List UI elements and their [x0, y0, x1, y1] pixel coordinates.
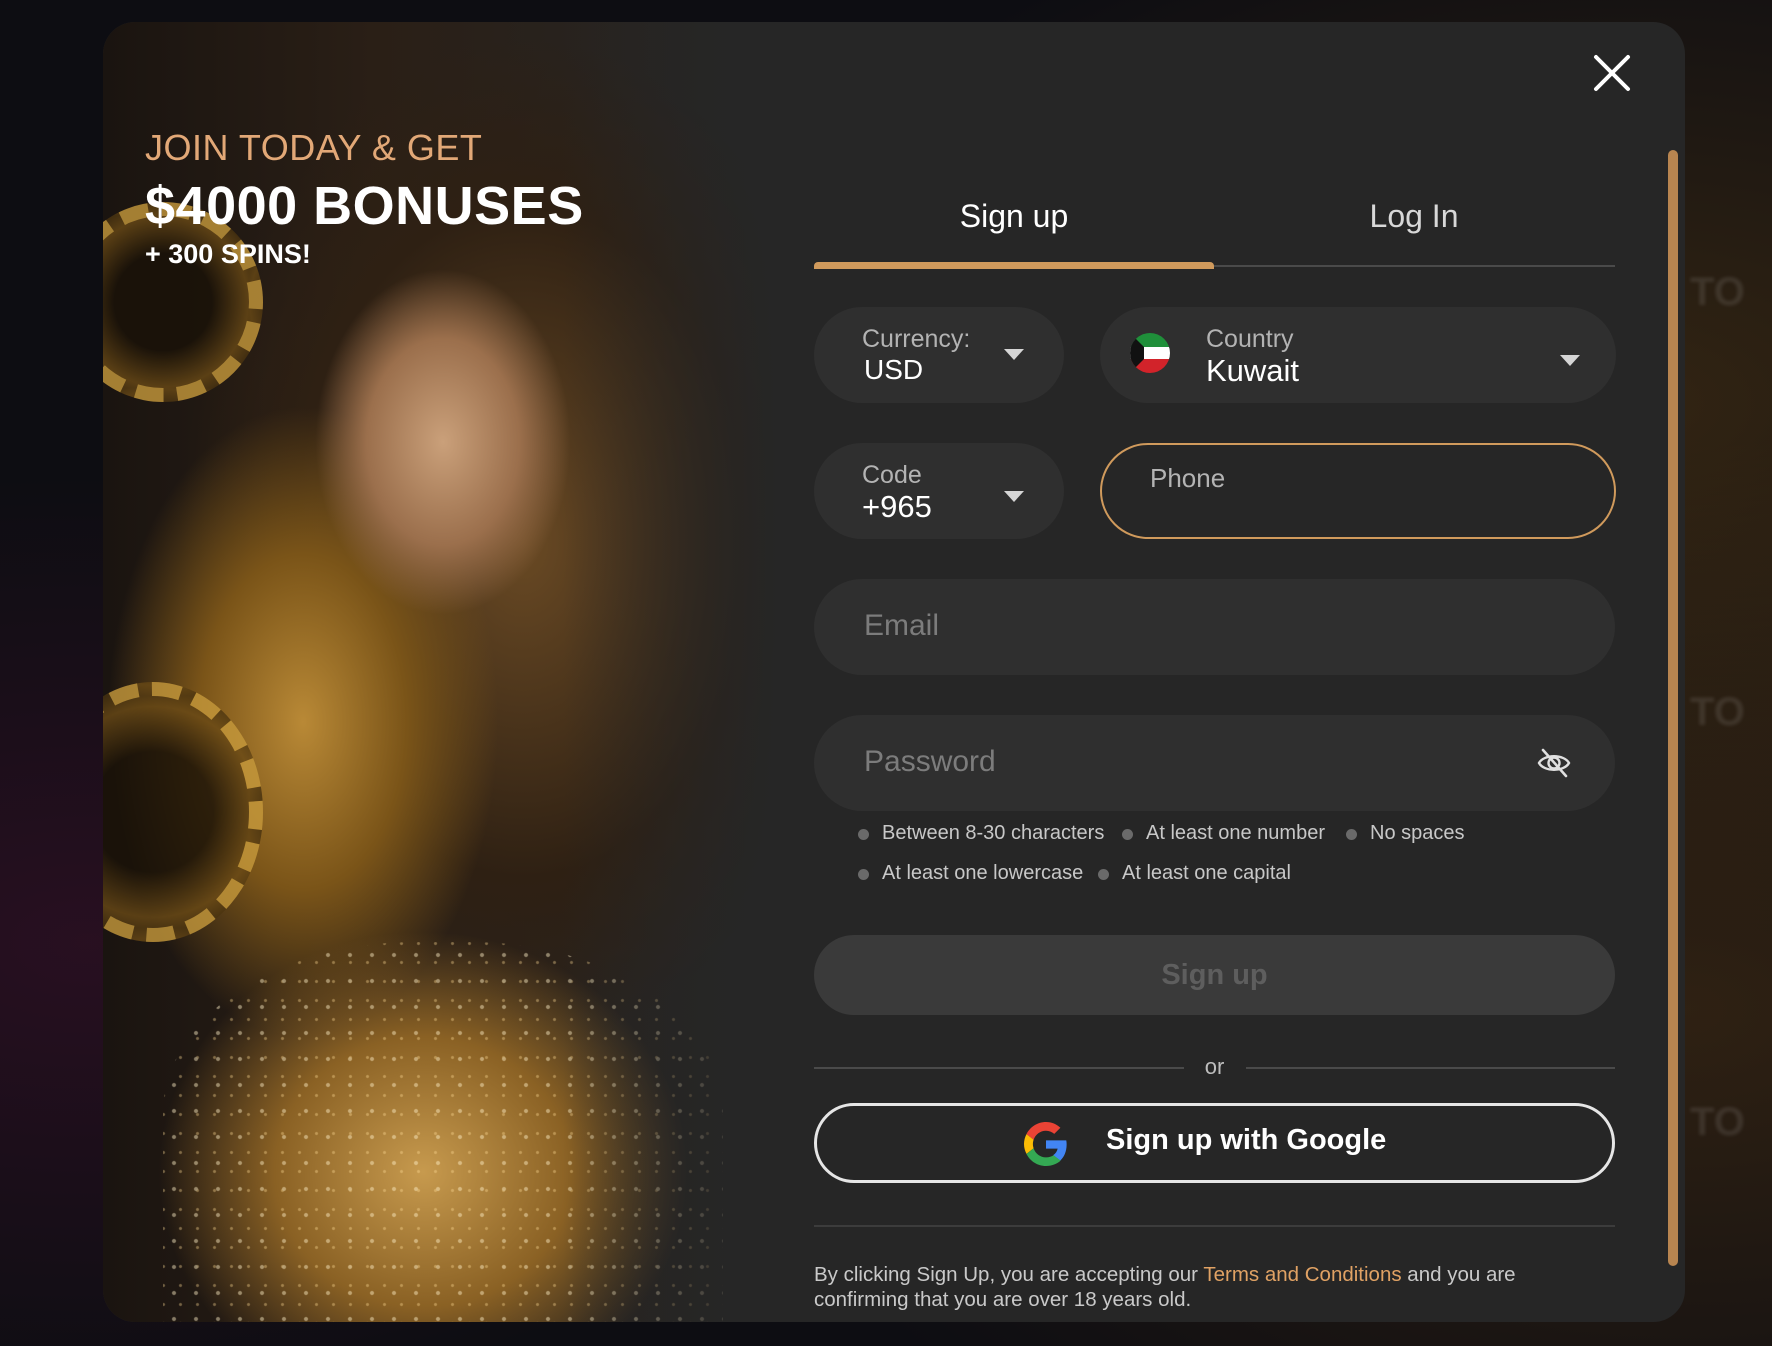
- status-dot: [858, 829, 869, 840]
- email-placeholder: Email: [864, 609, 940, 642]
- country-select[interactable]: Country Kuwait: [1100, 307, 1616, 403]
- requirement-no-spaces: No spaces: [1346, 822, 1465, 845]
- auth-tabs: Sign up Log In: [814, 172, 1615, 269]
- promo-line-spins: + 300 SPINS!: [145, 239, 311, 269]
- requirement-length: Between 8-30 characters: [858, 822, 1104, 845]
- backdrop-text: TO: [1690, 1100, 1745, 1144]
- terms-notice: By clicking Sign Up, you are accepting o…: [814, 1263, 1516, 1311]
- or-divider: or: [814, 1052, 1615, 1082]
- backdrop-text: TO: [1690, 690, 1745, 734]
- backdrop-text: TO: [1690, 270, 1745, 314]
- promo-line-join: JOIN TODAY & GET: [145, 127, 483, 168]
- divider: [814, 1225, 1615, 1227]
- tab-sign-up[interactable]: Sign up: [814, 172, 1214, 269]
- email-input[interactable]: Email: [814, 579, 1615, 675]
- phone-input[interactable]: Phone: [1100, 443, 1616, 539]
- phone-code-select[interactable]: Code +965: [814, 443, 1064, 539]
- kuwait-flag-icon: [1130, 333, 1170, 373]
- currency-label: Currency:: [862, 325, 971, 353]
- promo-headline: JOIN TODAY & GET $4000 BONUSES + 300 SPI…: [145, 127, 584, 270]
- signup-modal: JOIN TODAY & GET $4000 BONUSES + 300 SPI…: [103, 22, 1685, 1322]
- chevron-down-icon: [1004, 349, 1024, 360]
- country-label: Country: [1206, 325, 1294, 353]
- currency-value: USD: [864, 354, 924, 385]
- password-requirements: Between 8-30 characters At least one num…: [858, 822, 1618, 902]
- code-label: Code: [862, 461, 922, 489]
- terms-link[interactable]: Terms and Conditions: [1203, 1263, 1401, 1286]
- tab-label: Log In: [1369, 198, 1459, 234]
- status-dot: [1122, 829, 1133, 840]
- sign-up-button[interactable]: Sign up: [814, 935, 1615, 1015]
- status-dot: [858, 869, 869, 880]
- chevron-down-icon: [1560, 355, 1580, 366]
- google-icon: [1024, 1122, 1068, 1166]
- status-dot: [1346, 829, 1357, 840]
- signup-form: Sign up Log In Currency: USD Country Kuw…: [814, 22, 1618, 1322]
- requirement-number: At least one number: [1122, 822, 1325, 845]
- currency-select[interactable]: Currency: USD: [814, 307, 1064, 403]
- password-placeholder: Password: [864, 745, 996, 778]
- password-input[interactable]: Password: [814, 715, 1615, 811]
- google-button-label: Sign up with Google: [1106, 1124, 1387, 1156]
- tab-label: Sign up: [959, 198, 1069, 234]
- promo-panel: JOIN TODAY & GET $4000 BONUSES + 300 SPI…: [103, 22, 783, 1322]
- eye-off-icon[interactable]: [1536, 745, 1572, 781]
- scrollbar[interactable]: [1668, 150, 1678, 1266]
- phone-placeholder: Phone: [1150, 463, 1226, 493]
- country-value: Kuwait: [1206, 353, 1300, 388]
- casino-chip-image: [103, 682, 263, 942]
- requirement-capital: At least one capital: [1098, 862, 1291, 885]
- chevron-down-icon: [1004, 491, 1024, 502]
- google-signup-button[interactable]: Sign up with Google: [814, 1103, 1615, 1183]
- tab-log-in[interactable]: Log In: [1214, 172, 1614, 267]
- promo-line-bonuses: $4000 BONUSES: [145, 176, 584, 236]
- code-value: +965: [862, 489, 932, 524]
- status-dot: [1098, 869, 1109, 880]
- requirement-lowercase: At least one lowercase: [858, 862, 1083, 885]
